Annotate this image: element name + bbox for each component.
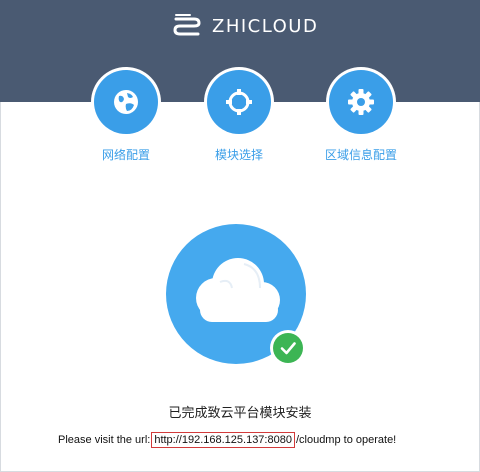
install-status-message: 已完成致云平台模块安装: [168, 406, 312, 421]
globe-icon: [114, 90, 138, 114]
brand: ZHICLOUD: [172, 13, 318, 39]
url-highlight[interactable]: http://192.168.125.137:8080: [151, 432, 295, 448]
visit-url-line: Please visit the url: http://192.168.125…: [58, 432, 396, 448]
check-icon: [280, 342, 296, 355]
step-label-region: 区域信息配置: [324, 148, 398, 162]
visit-prefix: Please visit the url:: [58, 434, 151, 446]
crosshair-icon: [226, 89, 252, 115]
step-module-select[interactable]: [207, 70, 271, 134]
step-region-config[interactable]: [329, 70, 393, 134]
cloud-icon: [196, 258, 280, 322]
step-network-config[interactable]: [94, 70, 158, 134]
success-badge: [270, 330, 306, 366]
visit-suffix: /cloudmp to operate!: [295, 434, 397, 446]
gear-icon: [348, 89, 374, 115]
zhicloud-logo-icon: [173, 14, 201, 36]
step-label-network: 网络配置: [101, 148, 151, 162]
step-label-module: 模块选择: [214, 148, 264, 162]
brand-name: ZHICLOUD: [212, 15, 319, 37]
